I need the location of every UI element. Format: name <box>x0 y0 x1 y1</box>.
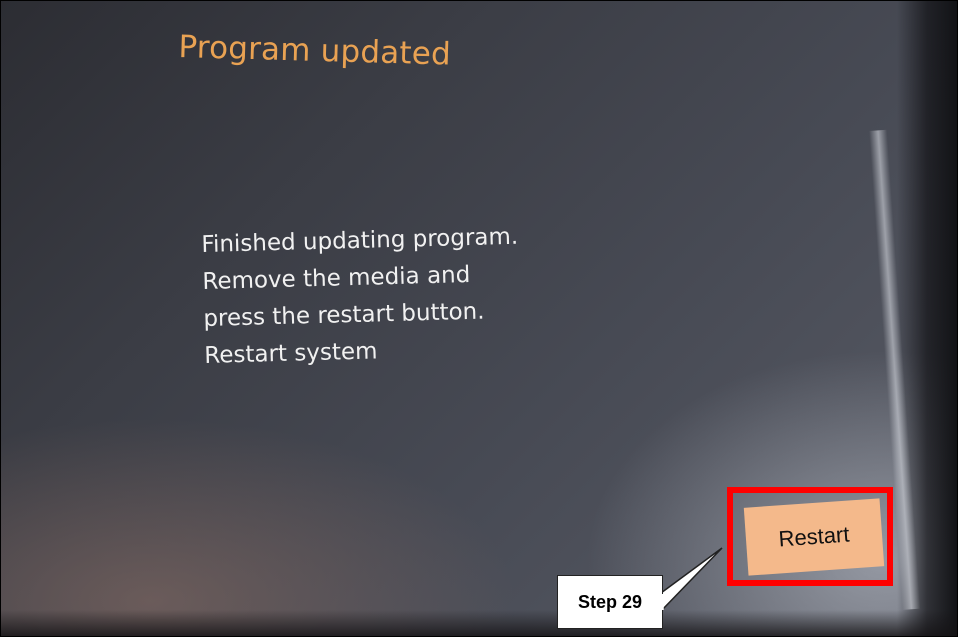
display-bottom-edge <box>1 610 957 636</box>
screen-title: Program updated <box>177 29 452 73</box>
step-label: Step 29 <box>577 591 643 612</box>
restart-highlight-box <box>727 487 893 586</box>
message-line: Restart system <box>204 338 378 369</box>
update-message: Finished updating program. Remove the me… <box>201 219 522 375</box>
step-callout: Step 29 <box>557 575 663 629</box>
